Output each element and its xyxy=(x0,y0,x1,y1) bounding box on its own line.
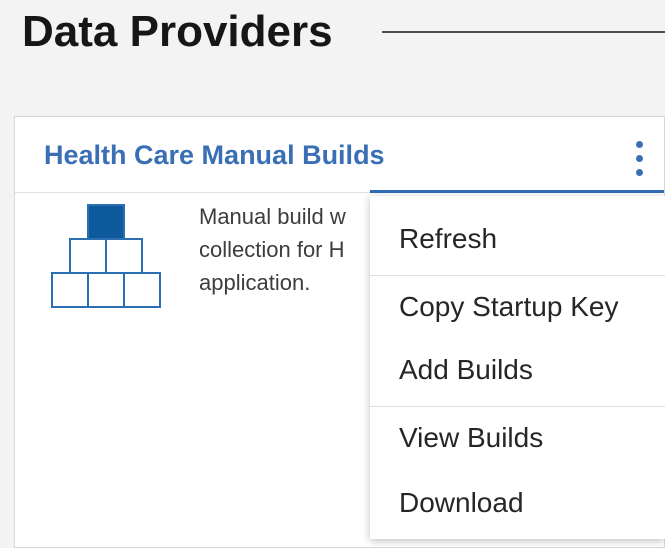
card-description: Manual build w collection for H applicat… xyxy=(199,204,346,295)
overflow-dot xyxy=(636,155,643,162)
menu-item-copy-startup-key[interactable]: Copy Startup Key xyxy=(370,275,665,337)
pyramid-blocks-icon xyxy=(51,204,161,308)
menu-item-refresh[interactable]: Refresh xyxy=(370,208,665,270)
overflow-menu-button[interactable] xyxy=(616,127,664,191)
menu-item-download[interactable]: Download xyxy=(370,472,665,534)
page-header: Data Providers xyxy=(0,0,665,66)
overflow-dot xyxy=(636,169,643,176)
page-title: Data Providers xyxy=(22,7,333,56)
card-header: Health Care Manual Builds xyxy=(15,117,664,193)
header-divider xyxy=(382,31,665,33)
overflow-menu-vertical-icon xyxy=(636,141,643,148)
card-title[interactable]: Health Care Manual Builds xyxy=(44,137,385,173)
menu-item-add-builds[interactable]: Add Builds xyxy=(370,339,665,401)
menu-item-view-builds[interactable]: View Builds xyxy=(370,406,665,468)
overflow-menu: Refresh Copy Startup Key Add Builds View… xyxy=(370,196,665,539)
